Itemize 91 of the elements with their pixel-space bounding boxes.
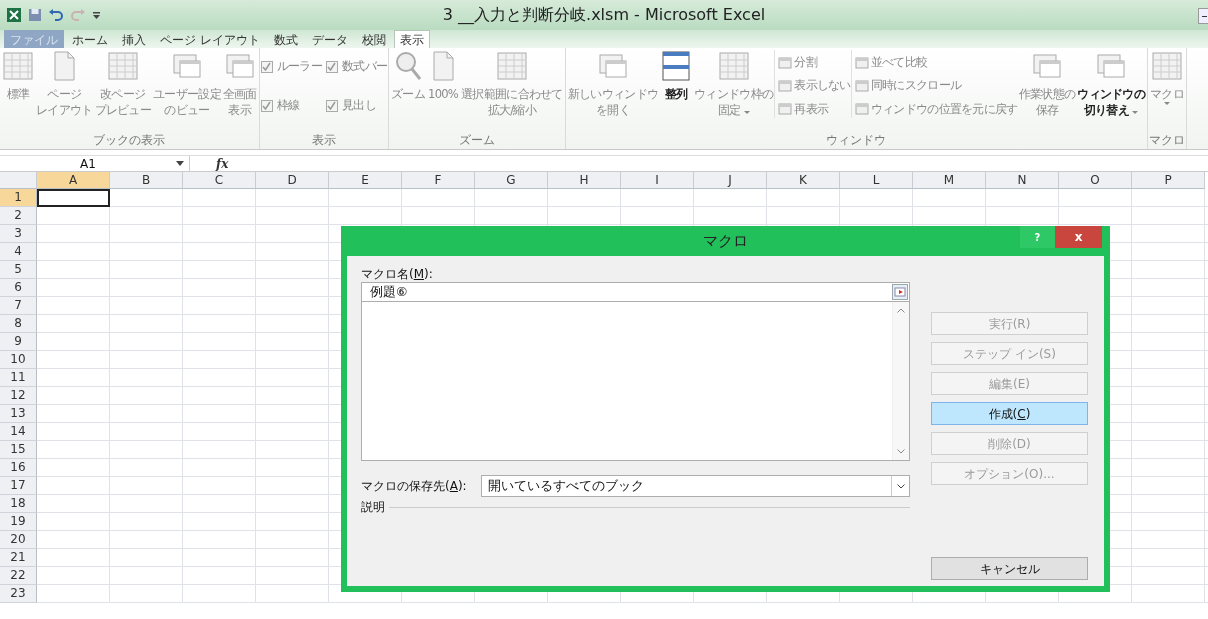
ribbon-tab[interactable]: 数式 xyxy=(267,30,304,48)
checkbox[interactable]: 見出し xyxy=(325,97,388,115)
row-header[interactable]: 12 xyxy=(0,387,37,405)
window-title: 3 __入力と判断分岐.xlsm - Microsoft Excel xyxy=(442,5,766,24)
column-header[interactable]: O xyxy=(1059,172,1132,189)
check-icon xyxy=(262,101,272,111)
dropdown-icon[interactable] xyxy=(176,161,184,166)
column-header[interactable]: C xyxy=(183,172,256,189)
window-icon xyxy=(778,79,793,92)
minimize-icon[interactable] xyxy=(1198,8,1208,24)
column-header[interactable]: P xyxy=(1132,172,1205,189)
customize-menu-icon[interactable] xyxy=(92,10,101,20)
collapse-dialog-icon[interactable] xyxy=(892,284,908,300)
ribbon-tab[interactable]: 挿入 xyxy=(116,30,152,48)
column-header[interactable]: A xyxy=(37,172,110,189)
cancel-button[interactable]: キャンセル xyxy=(931,557,1088,580)
column-header[interactable]: M xyxy=(913,172,986,189)
scrollbar[interactable] xyxy=(892,302,909,460)
row-header[interactable]: 3 xyxy=(0,225,37,243)
name-box[interactable]: A1 xyxy=(80,156,96,171)
field-label: マクロの保存先(A): xyxy=(361,478,467,494)
row-header[interactable]: 11 xyxy=(0,369,37,387)
ribbon-tab[interactable]: 表示 xyxy=(393,30,430,48)
row-header[interactable]: 2 xyxy=(0,207,37,225)
group-label: マクロ xyxy=(1149,132,1186,149)
check-icon xyxy=(327,62,337,72)
column-header[interactable]: H xyxy=(548,172,621,189)
window-icon xyxy=(854,56,869,69)
row-header[interactable]: 20 xyxy=(0,531,37,549)
column-header[interactable]: I xyxy=(621,172,694,189)
column-header[interactable]: N xyxy=(986,172,1059,189)
window-icon xyxy=(854,79,869,92)
row-header[interactable]: 6 xyxy=(0,279,37,297)
row-header[interactable]: 5 xyxy=(0,261,37,279)
column-header[interactable]: K xyxy=(767,172,840,189)
close-button[interactable]: x xyxy=(1055,226,1102,248)
row-header[interactable]: 23 xyxy=(0,585,37,603)
row-header[interactable]: 21 xyxy=(0,549,37,567)
spreadsheet-app-icon[interactable] xyxy=(6,7,22,23)
group-label: ブックの表示 xyxy=(92,132,167,149)
section-label: 説明 xyxy=(361,499,385,515)
chevron-down-icon[interactable] xyxy=(896,483,905,489)
row-header[interactable]: 22 xyxy=(0,567,37,585)
input-field[interactable]: 例題⑥ xyxy=(361,282,910,302)
column-header[interactable]: B xyxy=(110,172,183,189)
group-label: ウィンドウ xyxy=(825,132,888,149)
column-header[interactable]: F xyxy=(402,172,475,189)
column-header[interactable]: D xyxy=(256,172,329,189)
row-header[interactable]: 17 xyxy=(0,477,37,495)
field-label: マクロ名(M): xyxy=(361,266,434,282)
column-header[interactable]: G xyxy=(475,172,548,189)
row-header[interactable]: 16 xyxy=(0,459,37,477)
row-header[interactable]: 19 xyxy=(0,513,37,531)
ribbon-tab[interactable]: ページ レイアウト xyxy=(154,30,266,48)
undo-icon[interactable] xyxy=(48,8,64,22)
checkbox[interactable]: ルーラー xyxy=(260,58,322,76)
row-header[interactable]: 13 xyxy=(0,405,37,423)
row-header[interactable]: 8 xyxy=(0,315,37,333)
group-label: 表示 xyxy=(310,132,337,149)
ribbon-button[interactable]: ウィンドウの 切り替え xyxy=(1076,50,1147,118)
dialog-title: マクロ xyxy=(703,230,748,252)
column-header[interactable]: L xyxy=(840,172,913,189)
function-label[interactable]: fx xyxy=(216,154,229,173)
checkbox[interactable]: 数式バー xyxy=(325,58,388,76)
ribbon-tab[interactable]: ホーム xyxy=(66,30,114,48)
window-icon xyxy=(778,56,793,69)
chevron-up-icon[interactable] xyxy=(897,308,905,313)
row-header[interactable]: 7 xyxy=(0,297,37,315)
row-header[interactable]: 4 xyxy=(0,243,37,261)
save-icon[interactable] xyxy=(28,8,42,22)
group-label: ズーム xyxy=(457,132,496,149)
row-header[interactable]: 18 xyxy=(0,495,37,513)
active-cell[interactable] xyxy=(37,189,110,207)
row-header[interactable]: 9 xyxy=(0,333,37,351)
ribbon-tab[interactable]: データ xyxy=(305,30,354,48)
ribbon-tab[interactable]: 校閲 xyxy=(355,30,392,48)
row-header[interactable]: 1 xyxy=(0,189,37,207)
dropdown-field[interactable]: 開いているすべてのブック xyxy=(480,475,910,497)
row-header[interactable]: 14 xyxy=(0,423,37,441)
check-icon xyxy=(327,101,337,111)
window-icon xyxy=(854,103,869,116)
check-icon xyxy=(262,62,272,72)
row-header[interactable]: 15 xyxy=(0,441,37,459)
ribbon-button[interactable]: 整列 xyxy=(659,50,694,102)
window-icon xyxy=(778,103,793,116)
dialog-button[interactable]: 作成(C) xyxy=(931,402,1088,425)
column-header[interactable]: J xyxy=(694,172,767,189)
column-header[interactable]: E xyxy=(329,172,402,189)
row-header[interactable]: 10 xyxy=(0,351,37,369)
checkbox[interactable]: 枠線 xyxy=(260,97,322,115)
window-icon xyxy=(660,50,693,82)
